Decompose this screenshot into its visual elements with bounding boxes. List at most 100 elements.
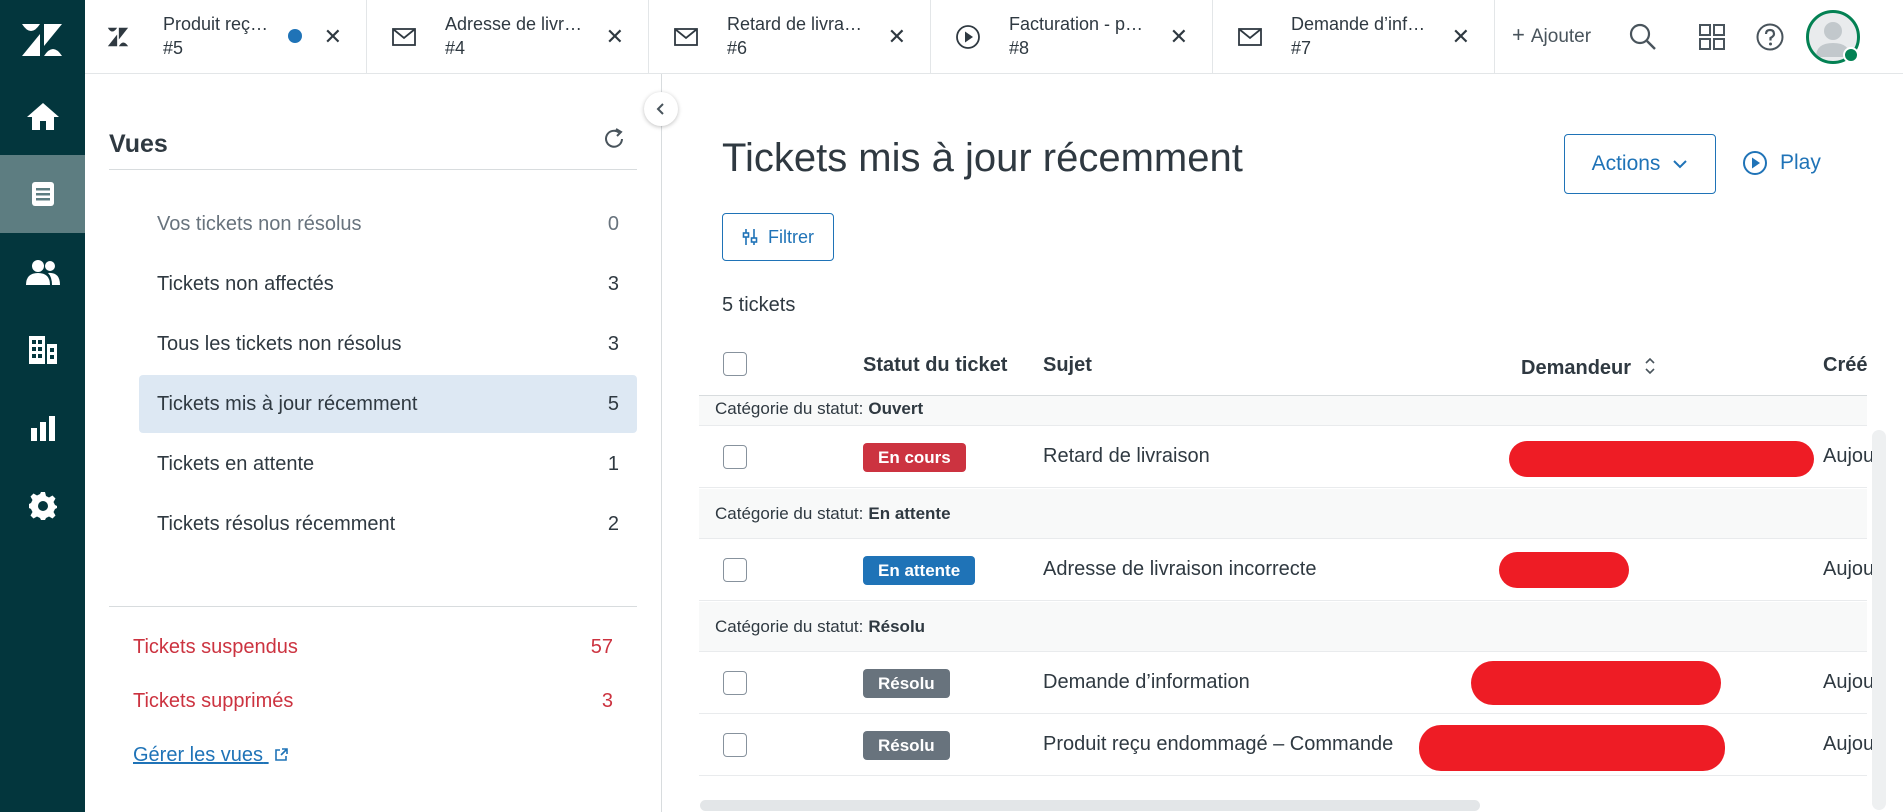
unread-dot [288, 29, 302, 43]
home-icon[interactable] [0, 77, 85, 155]
view-item[interactable]: Vos tickets non résolus 0 [139, 195, 637, 253]
view-item-selected[interactable]: Tickets mis à jour récemment 5 [139, 375, 637, 433]
status-badge: Résolu [863, 731, 950, 760]
views-icon[interactable] [0, 155, 85, 233]
ticket-subject[interactable]: Produit reçu endommagé – Commande [1043, 733, 1393, 756]
redacted-requester [1499, 552, 1629, 588]
play-button[interactable]: Play [1742, 150, 1821, 176]
actions-label: Actions [1591, 152, 1661, 175]
group-prefix: Catégorie du statut: [715, 399, 864, 418]
help-icon[interactable] [1755, 22, 1785, 52]
column-requester[interactable]: Demandeur [1521, 356, 1657, 380]
online-status-dot [1843, 47, 1859, 63]
apps-grid-icon[interactable] [1697, 22, 1727, 52]
row-checkbox[interactable] [723, 558, 747, 582]
tab-bar: Produit reç… #5 ✕ Adresse de livr… #4 ✕ … [85, 0, 1903, 74]
play-circle-icon [1743, 151, 1767, 175]
view-item[interactable]: Tickets en attente 1 [139, 435, 637, 493]
views-panel: Vues Vos tickets non résolus 0 Tickets n… [85, 74, 662, 812]
filter-button[interactable]: Filtrer [722, 213, 834, 261]
row-checkbox[interactable] [723, 445, 747, 469]
ticket-subject[interactable]: Retard de livraison [1043, 445, 1210, 468]
main-content: Tickets mis à jour récemment Actions Pla… [663, 74, 1903, 812]
refresh-icon[interactable] [601, 126, 627, 152]
add-label: Ajouter [1530, 26, 1592, 47]
status-badge: Résolu [863, 669, 950, 698]
status-badge: En attente [863, 556, 976, 585]
play-circle-icon [956, 25, 980, 49]
view-item-suspended[interactable]: Tickets suspendus 57 [133, 636, 613, 659]
close-icon[interactable]: ✕ [888, 24, 906, 50]
view-item-deleted[interactable]: Tickets supprimés 3 [133, 690, 613, 713]
ticket-tab[interactable]: Adresse de livr… #4 ✕ [367, 0, 649, 74]
zendesk-logo-icon [107, 27, 129, 47]
tab-ticket-number: #6 [727, 38, 748, 58]
column-subject[interactable]: Sujet [1043, 354, 1092, 377]
close-icon[interactable]: ✕ [606, 24, 624, 50]
view-item[interactable]: Tickets résolus récemment 2 [139, 495, 637, 553]
group-name: Résolu [868, 616, 926, 636]
manage-views-link[interactable]: Gérer les vues [133, 744, 289, 767]
status-badge: En cours [863, 443, 966, 472]
group-header-pending: Catégorie du statut: En attente [699, 489, 1867, 539]
organizations-icon[interactable] [0, 311, 85, 389]
close-icon[interactable]: ✕ [324, 24, 342, 50]
redacted-requester [1419, 725, 1725, 771]
group-prefix: Catégorie du statut: [715, 616, 864, 636]
admin-gear-icon[interactable] [0, 467, 85, 545]
ticket-tab[interactable]: Retard de livra… #6 ✕ [649, 0, 931, 74]
group-name: Ouvert [868, 399, 924, 418]
table-row[interactable]: Résolu Demande d’information Aujou [699, 653, 1874, 714]
customers-icon[interactable] [0, 233, 85, 311]
ticket-subject[interactable]: Adresse de livraison incorrecte [1043, 558, 1316, 581]
view-label: Tickets mis à jour récemment [157, 392, 418, 415]
group-prefix: Catégorie du statut: [715, 503, 864, 523]
row-checkbox[interactable] [723, 733, 747, 757]
ticket-tab[interactable]: Facturation - p… #8 ✕ [931, 0, 1213, 74]
vertical-scrollbar[interactable] [1872, 430, 1886, 810]
reporting-icon[interactable] [0, 389, 85, 467]
add-tab-button[interactable]: + Ajouter [1512, 22, 1591, 48]
views-title: Vues [109, 130, 168, 158]
ticket-tab[interactable]: Produit reç… #5 ✕ [85, 0, 367, 74]
envelope-icon [1238, 28, 1262, 46]
group-header-solved: Catégorie du statut: Résolu [699, 602, 1867, 652]
close-icon[interactable]: ✕ [1452, 24, 1470, 50]
select-all-checkbox[interactable] [723, 352, 747, 376]
view-label: Tickets supprimés [133, 690, 294, 712]
view-count: 1 [607, 452, 619, 475]
search-icon[interactable] [1628, 22, 1658, 52]
ticket-count: 5 tickets [722, 294, 796, 316]
ticket-subject[interactable]: Demande d’information [1043, 671, 1250, 694]
close-icon[interactable]: ✕ [1170, 24, 1188, 50]
plus-icon: + [1512, 22, 1525, 47]
redacted-requester [1509, 441, 1814, 477]
envelope-icon [674, 28, 698, 46]
page-title: Tickets mis à jour récemment [722, 136, 1243, 180]
play-label: Play [1780, 151, 1821, 174]
ticket-tab[interactable]: Demande d’inf… #7 ✕ [1213, 0, 1495, 74]
manage-views-label: Gérer les vues [133, 744, 264, 766]
actions-button[interactable]: Actions [1564, 134, 1716, 194]
table-row[interactable]: Résolu Produit reçu endommagé – Commande… [699, 715, 1874, 776]
tab-title: Produit reç… [163, 14, 269, 34]
zendesk-logo-icon[interactable] [20, 20, 64, 58]
chevron-down-icon [1673, 160, 1688, 169]
column-status[interactable]: Statut du ticket [863, 354, 1007, 377]
horizontal-scrollbar[interactable] [700, 800, 1480, 811]
table-row[interactable]: En cours Retard de livraison Aujou [699, 427, 1874, 488]
view-label: Tickets en attente [157, 452, 315, 475]
divider [109, 606, 637, 607]
tab-ticket-number: #4 [445, 38, 466, 58]
view-count: 3 [601, 690, 613, 712]
column-created[interactable]: Créé [1823, 354, 1867, 377]
view-count: 3 [607, 272, 619, 295]
filter-sliders-icon [742, 229, 758, 245]
view-item[interactable]: Tous les tickets non résolus 3 [139, 315, 637, 373]
row-checkbox[interactable] [723, 671, 747, 695]
view-item[interactable]: Tickets non affectés 3 [139, 255, 637, 313]
tab-title: Retard de livra… [727, 14, 863, 34]
table-row[interactable]: En attente Adresse de livraison incorrec… [699, 540, 1874, 601]
tab-title: Demande d’inf… [1291, 14, 1426, 34]
view-count: 3 [607, 332, 619, 355]
